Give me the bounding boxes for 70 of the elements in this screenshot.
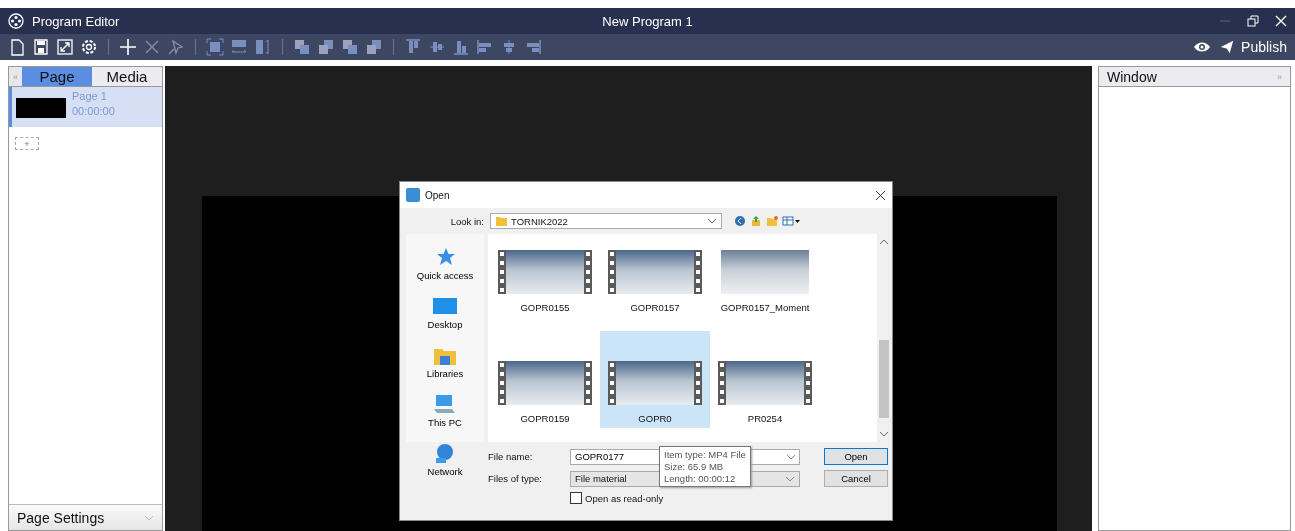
tooltip-line: Length: 00:00:12 <box>664 473 737 484</box>
file-type-label: Files of type: <box>488 473 543 484</box>
view-menu-icon[interactable] <box>782 215 801 227</box>
add-icon[interactable] <box>119 38 137 56</box>
fit-icon[interactable] <box>206 38 224 56</box>
vertical-stretch-icon[interactable] <box>254 38 272 56</box>
overlapping-squares-icon[interactable] <box>341 38 359 56</box>
film-reel-icon[interactable] <box>8 13 24 29</box>
place-label: Network <box>427 466 463 477</box>
add-page-button[interactable]: + <box>15 137 39 150</box>
chevron-down-icon[interactable] <box>786 452 796 461</box>
place-item[interactable]: Quick access <box>416 246 474 281</box>
align-right-icon[interactable] <box>524 38 542 56</box>
look-in-label: Look in: <box>449 215 484 227</box>
place-item[interactable]: Network <box>427 442 463 477</box>
file-item[interactable]: GOPR0157_Moment <box>710 234 820 317</box>
document-title: New Program 1 <box>602 13 693 29</box>
page-name: Page 1 <box>72 90 108 102</box>
file-item[interactable]: GOPR0159 <box>490 331 600 428</box>
folder-icon[interactable] <box>495 215 507 227</box>
page-settings-header[interactable]: Page Settings <box>9 504 162 530</box>
back-icon[interactable] <box>734 215 746 227</box>
place-item[interactable]: Libraries <box>426 344 464 379</box>
overlapping-squares-icon[interactable] <box>365 38 383 56</box>
place-label: Quick access <box>416 270 474 281</box>
panel-tab[interactable]: Page <box>22 67 92 86</box>
save-icon[interactable] <box>32 38 50 56</box>
file-item[interactable]: GOPR0157 <box>600 234 710 317</box>
align-left-icon[interactable] <box>476 38 494 56</box>
chevron-up-icon[interactable] <box>879 238 889 246</box>
read-only-checkbox[interactable]: Open as read-only <box>570 492 800 504</box>
up-folder-icon[interactable] <box>750 215 762 227</box>
chevron-down-icon[interactable] <box>785 474 795 483</box>
place-label: Desktop <box>427 319 463 330</box>
horizontal-stretch-icon[interactable] <box>230 38 248 56</box>
app-title: Program Editor <box>32 13 120 29</box>
file-name-label: File name: <box>488 451 534 462</box>
chevron-down-icon[interactable] <box>707 217 717 225</box>
computer-icon[interactable] <box>432 393 458 415</box>
desktop-icon[interactable] <box>432 295 458 317</box>
new-document-icon[interactable] <box>8 38 26 56</box>
place-item[interactable]: This PC <box>428 393 462 428</box>
look-in-dropdown[interactable]: TORNIK2022 <box>490 213 722 229</box>
chevron-down-icon[interactable] <box>879 430 889 438</box>
align-bottom-icon[interactable] <box>452 38 470 56</box>
place-label: Libraries <box>426 368 464 379</box>
delete-icon[interactable] <box>143 38 161 56</box>
close-icon[interactable] <box>875 189 886 201</box>
file-item[interactable]: PR0254 <box>710 331 820 428</box>
overlapping-squares-icon[interactable] <box>317 38 335 56</box>
tooltip-line: Item type: MP4 File <box>664 449 746 460</box>
page-duration: 00:00:00 <box>72 105 115 117</box>
resize-icon[interactable] <box>56 38 74 56</box>
page-thumbnail <box>16 98 66 118</box>
place-label: This PC <box>428 417 462 428</box>
paper-plane-icon[interactable] <box>1219 39 1236 55</box>
publish-button[interactable]: Publish <box>1219 39 1287 55</box>
settings-icon[interactable] <box>80 38 98 56</box>
panel-title: Window <box>1107 68 1157 85</box>
align-top-icon[interactable] <box>404 38 422 56</box>
file-item[interactable]: GOPR0155 <box>490 234 600 317</box>
cancel-button[interactable]: Cancel <box>824 470 888 487</box>
file-item[interactable]: GOPR0 <box>600 331 710 428</box>
overlapping-squares-icon[interactable] <box>293 38 311 56</box>
restore-icon[interactable] <box>1247 15 1259 27</box>
place-item[interactable]: Desktop <box>427 295 463 330</box>
panel-tab[interactable]: Media <box>92 67 162 86</box>
open-button[interactable]: Open <box>824 448 888 465</box>
new-folder-icon[interactable] <box>766 215 778 227</box>
dialog-title: Open <box>425 189 450 201</box>
